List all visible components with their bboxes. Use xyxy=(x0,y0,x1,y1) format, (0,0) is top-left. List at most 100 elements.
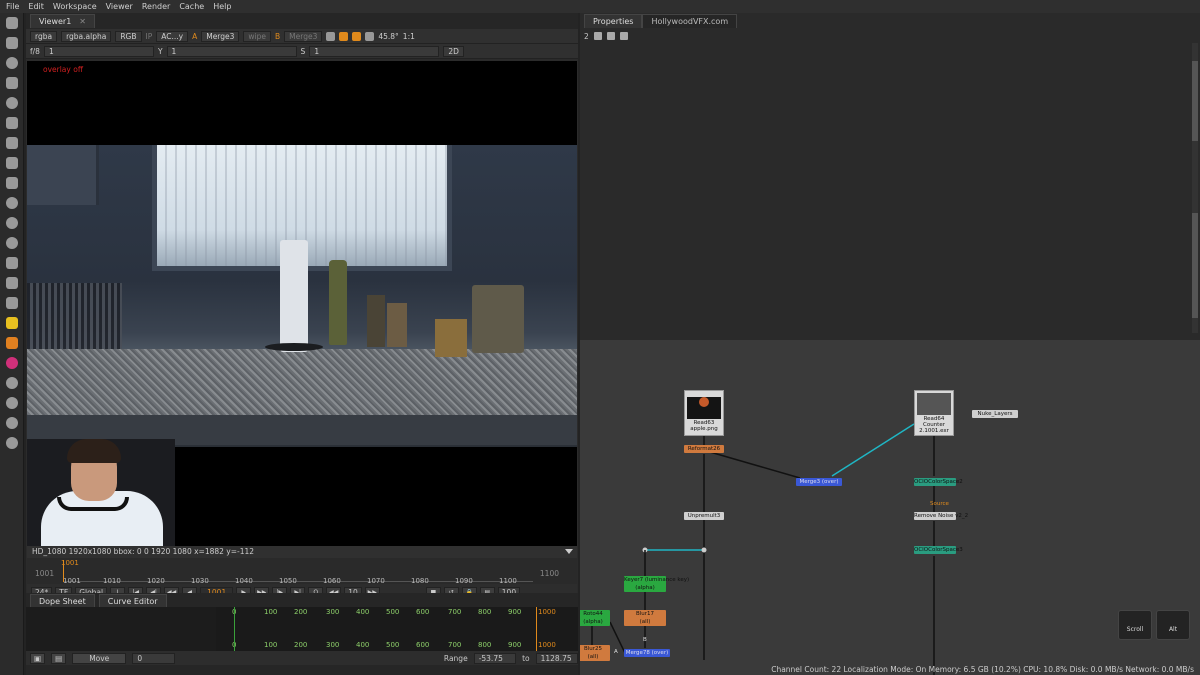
frame-number: 400 xyxy=(356,641,370,649)
viewer-panel: Viewer1 ✕ rgba rgba.alpha RGB IP AC...y A… xyxy=(26,13,578,600)
blur25-node[interactable]: Blur25 (all) xyxy=(580,645,610,661)
range-from-field[interactable]: -53.75 xyxy=(473,652,517,664)
start-line xyxy=(234,607,235,651)
unpremult-node[interactable]: Unpremult3 xyxy=(684,512,724,520)
roto-node[interactable]: Roto44 (alpha) xyxy=(580,610,610,626)
menu-help[interactable]: Help xyxy=(213,2,231,11)
menu-edit[interactable]: Edit xyxy=(28,2,44,11)
move-field[interactable]: 0 xyxy=(132,652,175,664)
timeline[interactable]: 1001 1001 1010 1020 1030 1040 1050 1060 … xyxy=(27,558,577,585)
tab-properties[interactable]: Properties xyxy=(584,14,643,28)
tab-curve-editor[interactable]: Curve Editor xyxy=(98,594,167,608)
read64-node[interactable]: Read64 Counter 2.1001.exr xyxy=(914,390,954,436)
flash-icon[interactable] xyxy=(0,313,24,333)
tab-viewer1[interactable]: Viewer1 ✕ xyxy=(30,14,95,28)
frame-number: 900 xyxy=(508,608,522,616)
other-icon[interactable] xyxy=(0,433,24,453)
spice-jar xyxy=(387,303,407,347)
viewer-canvas[interactable]: overlay off xyxy=(27,61,577,546)
remove-noise-node[interactable]: Remove Noise v2_2 xyxy=(914,512,968,520)
b-input-select[interactable]: Merge3 xyxy=(284,30,323,42)
tab-hollywoodvfx[interactable]: HollywoodVFX.com xyxy=(642,14,738,28)
timeline-ruler[interactable]: 1001 1010 1020 1030 1040 1050 1060 1070 … xyxy=(61,559,533,585)
gizmo-icon[interactable] xyxy=(0,293,24,313)
properties-scrollbar[interactable] xyxy=(1192,43,1198,333)
merge-node[interactable]: Merge3 (over) xyxy=(796,478,842,486)
colorspace-select[interactable]: RGB xyxy=(115,30,142,42)
circle-icon[interactable] xyxy=(0,93,24,113)
scroll-thumb[interactable] xyxy=(1192,213,1198,318)
move-icon[interactable] xyxy=(0,173,24,193)
nuke-layers-node[interactable]: Nuke_Layers xyxy=(972,410,1018,418)
node-graph[interactable]: Read63 apple.png Reformat26 Merge3 (over… xyxy=(580,340,1200,675)
ip-toggle[interactable]: IP xyxy=(146,32,153,41)
ocio-node-1[interactable]: OCIOColorSpace2 xyxy=(914,478,963,486)
blur17-node[interactable]: Blur17 (all) xyxy=(624,610,666,626)
reformat-node[interactable]: Reformat26 xyxy=(684,445,724,453)
tab-dope-sheet[interactable]: Dope Sheet xyxy=(30,594,95,608)
fstop-field[interactable]: 1 xyxy=(43,45,154,57)
dope-grid[interactable]: 0 100 200 300 400 500 600 700 800 900 10… xyxy=(216,607,578,651)
gear-icon[interactable] xyxy=(0,393,24,413)
playhead[interactable]: 1001 xyxy=(61,559,79,582)
merge-bottom-node[interactable]: Merge78 (over) xyxy=(624,649,670,657)
node-connections xyxy=(591,423,935,675)
color-icon[interactable] xyxy=(0,113,24,133)
view-mode-select[interactable]: 2D xyxy=(443,45,464,57)
dope-sheet-area[interactable]: 0 100 200 300 400 500 600 700 800 900 10… xyxy=(26,607,578,651)
move-button[interactable]: Move xyxy=(72,652,127,664)
node-sub: (alpha) xyxy=(583,619,603,625)
menu-cache[interactable]: Cache xyxy=(179,2,204,11)
eye-icon[interactable] xyxy=(0,233,24,253)
ac-select[interactable]: AC...y xyxy=(156,30,189,42)
gamma-field[interactable]: 1 xyxy=(166,45,297,57)
viewer-icon[interactable] xyxy=(0,13,24,33)
gain-icon[interactable] xyxy=(326,31,336,41)
menu-workspace[interactable]: Workspace xyxy=(53,2,97,11)
range-to-field[interactable]: 1128.75 xyxy=(535,652,578,664)
saturation-field[interactable]: 1 xyxy=(309,45,440,57)
clock-icon[interactable] xyxy=(0,53,24,73)
roi-icon[interactable] xyxy=(339,31,349,41)
frame-number: 500 xyxy=(386,608,400,616)
zoom-select[interactable]: 45.8° xyxy=(378,32,398,41)
pencil-icon[interactable] xyxy=(619,32,628,40)
channels-select[interactable]: rgba xyxy=(30,30,58,42)
clip-icon[interactable] xyxy=(352,31,362,41)
frame-number: 800 xyxy=(478,641,492,649)
metadata-icon[interactable] xyxy=(0,253,24,273)
scroll-thumb[interactable] xyxy=(1192,61,1198,141)
read63-node[interactable]: Read63 apple.png xyxy=(684,390,724,436)
ocio-node-2[interactable]: OCIOColorSpace3 xyxy=(914,546,963,554)
3d-cube-icon[interactable] xyxy=(0,153,24,173)
alpha-select[interactable]: rgba.alpha xyxy=(61,30,112,42)
close-icon[interactable]: ✕ xyxy=(79,17,86,26)
max-panels-field[interactable]: 2 xyxy=(584,32,589,41)
shuffle-icon[interactable] xyxy=(0,133,24,153)
python-icon[interactable] xyxy=(0,413,24,433)
deep-icon[interactable] xyxy=(0,213,24,233)
lock-icon[interactable] xyxy=(593,32,602,40)
s-plugin-icon[interactable] xyxy=(0,353,24,373)
node-sub: (all) xyxy=(587,654,599,660)
saturation-label: S xyxy=(300,46,306,56)
dope-filter-icon[interactable]: ▣ xyxy=(30,652,46,664)
info-dropdown-icon[interactable] xyxy=(565,549,573,554)
menu-file[interactable]: File xyxy=(6,2,19,11)
close-all-icon[interactable] xyxy=(606,32,615,40)
keyer-node[interactable]: Keyer7 (luminance key) (alpha) xyxy=(624,576,689,592)
a-input-select[interactable]: Merge3 xyxy=(201,30,240,42)
menu-render[interactable]: Render xyxy=(142,2,170,11)
brush-icon[interactable] xyxy=(0,33,24,53)
toolsets-icon[interactable] xyxy=(0,273,24,293)
particle-icon[interactable] xyxy=(0,193,24,213)
m-plugin-icon[interactable] xyxy=(0,333,24,353)
dope-sync-icon[interactable]: ▤ xyxy=(51,652,67,664)
layers-icon[interactable] xyxy=(0,73,24,93)
ratio-select[interactable]: 1:1 xyxy=(403,32,415,41)
pin-icon[interactable] xyxy=(0,373,24,393)
pause-icon[interactable] xyxy=(365,31,375,41)
wipe-select[interactable]: wipe xyxy=(243,30,271,42)
menu-viewer[interactable]: Viewer xyxy=(106,2,133,11)
to-label: to xyxy=(522,653,530,663)
